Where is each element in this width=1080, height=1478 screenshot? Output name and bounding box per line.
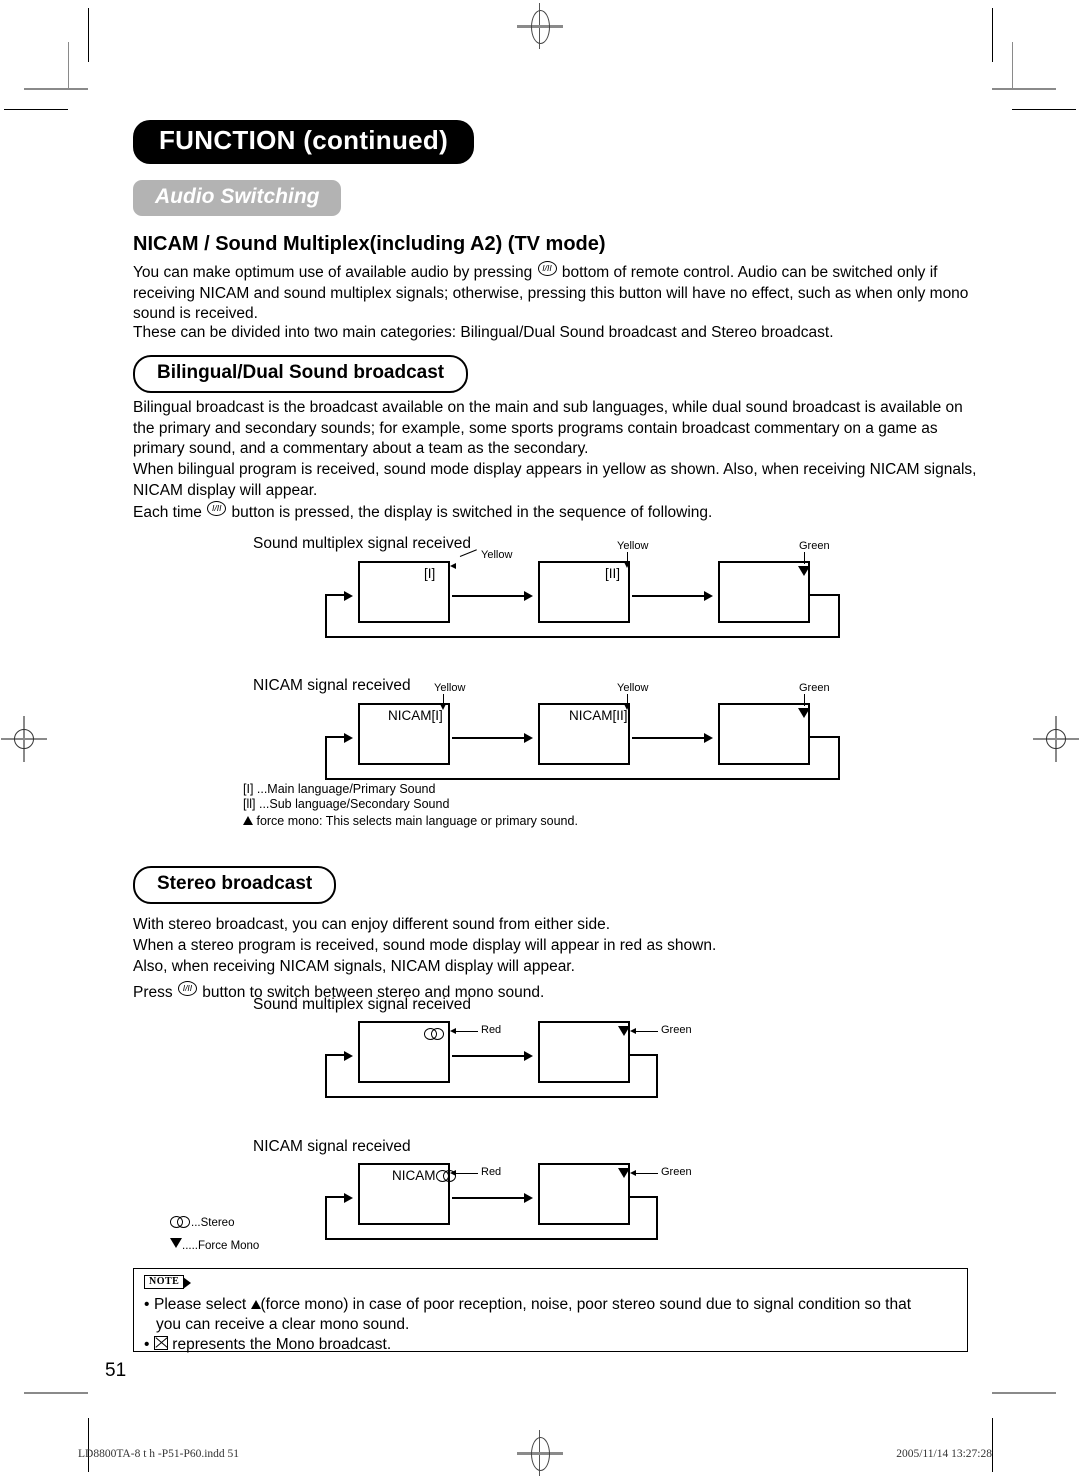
force-mono-up-triangle-icon [250,1300,261,1309]
note-tag-label: NOTE [144,1275,192,1289]
stereo-double-circle-icon [170,1216,191,1228]
force-mono-triangle-icon [618,1026,630,1036]
note-line3-text: represents the Mono broadcast. [168,1336,392,1353]
box-mode-label: NICAM[II] [569,708,628,723]
note-line1-text-a: Please select [154,1296,251,1313]
box-mode-label: NICAM[I] [388,708,443,723]
bilingual-legend-line-3: force mono: This selects main language o… [243,814,578,830]
bilingual-legend-line-2: [ll] ...Sub language/Secondary Sound [243,797,450,811]
note-body: • Please select (force mono) in case of p… [144,1295,959,1355]
box-mode-label: NICAM [392,1168,436,1183]
bullet-icon: • [144,1336,150,1353]
bilingual-paragraph-3: Each time I/II button is pressed, the di… [133,501,978,524]
stereo-legend-line-1-text: ...Stereo [191,1217,235,1229]
feedback-loop [838,594,840,638]
feedback-loop [656,1196,658,1240]
force-mono-triangle-icon [798,708,810,718]
footer-timestamp: 2005/11/14 13:27:28 [896,1448,992,1460]
bilingual-para3-text-a: Each time [133,504,207,521]
callout-color-label: Red [481,1024,502,1036]
tv-screen-box [358,561,450,623]
force-mono-triangle-icon [618,1168,630,1178]
bullet-icon: • [144,1296,150,1313]
callout-color-label: Yellow [434,682,466,694]
stereo-legend-line-2-text: .....Force Mono [182,1240,260,1252]
callout-color-label: Red [481,1166,502,1178]
feedback-loop [325,1054,327,1098]
feedback-loop [325,1196,327,1240]
section-subtitle: Audio Switching [133,180,342,216]
bilingual-legend-line-1: [I] ...Main language/Primary Sound [243,782,436,796]
stereo-paragraph-1: With stereo broadcast, you can enjoy dif… [133,916,611,933]
stereo-legend-line-1: ...Stereo [170,1215,234,1232]
stereo-para4-text-a: Press [133,984,177,1001]
bilingual-para3-text-b: button is pressed, the display is switch… [227,504,713,521]
bilingual-section-pill: Bilingual/Dual Sound broadcast [133,355,469,393]
force-mono-up-triangle-icon [243,816,253,825]
note-line1-text-b: (force mono) in case of poor reception, … [260,1296,912,1313]
callout-color-label: Yellow [481,549,513,561]
mono-broadcast-icon [154,1336,168,1350]
tv-screen-box [718,561,810,623]
audio-button-icon: I/II [537,261,557,276]
feedback-loop [810,736,840,738]
tv-screen-box [538,1021,630,1083]
callout-color-label: Green [661,1166,692,1178]
bilingual-paragraph-1: Bilingual broadcast is the broadcast ava… [133,399,963,457]
nicam-paragraph-1: You can make optimum use of available au… [133,261,978,325]
audio-button-icon: I/II [207,501,227,516]
feedback-loop [325,636,840,638]
bilingual-legend-line-3-text: force mono: This selects main language o… [253,814,578,828]
nicam-paragraph-2: These can be divided into two main categ… [133,324,834,341]
feedback-loop [838,736,840,780]
feedback-loop [325,778,840,780]
feedback-loop [810,594,840,596]
tv-screen-box [718,703,810,765]
diagram-caption: NICAM signal received [253,677,411,694]
page-title: FUNCTION (continued) [133,120,475,164]
callout-color-label: Yellow [617,682,649,694]
stereo-paragraph-3: Also, when receiving NICAM signals, NICA… [133,958,575,975]
feedback-loop [325,1096,658,1098]
stereo-paragraph-2: When a stereo program is received, sound… [133,937,717,954]
note-bullet-1: • Please select (force mono) in case of p… [144,1295,959,1315]
document-page: FUNCTION (continued) Audio Switching NIC… [0,0,1080,1478]
note-line-2: you can receive a clear mono sound. [156,1316,410,1333]
nicam-heading: NICAM / Sound Multiplex(including A2) (T… [133,233,606,255]
note-bullet-2: • represents the Mono broadcast. [144,1335,959,1355]
stereo-legend-line-2: .....Force Mono [170,1238,259,1255]
force-mono-triangle-icon [170,1238,182,1248]
nicam-para1-text-a: You can make optimum use of available au… [133,264,537,281]
diagram-caption: Sound multiplex signal received [253,535,471,552]
callout-color-label: Green [799,682,830,694]
callout-color-label: Green [799,540,830,552]
callout-color-label: Yellow [617,540,649,552]
diagram-caption: NICAM signal received [253,1138,411,1155]
tv-screen-box [538,1163,630,1225]
force-mono-triangle-icon [798,566,810,576]
feedback-loop [325,736,327,780]
callout-color-label: Green [661,1024,692,1036]
stereo-glyph-label [424,1026,445,1041]
bilingual-paragraph-2: When bilingual program is received, soun… [133,461,977,499]
box-mode-label: [I] [424,566,436,581]
footer-file-name: LD8800TA-8 t h -P51-P60.indd 51 [78,1448,240,1460]
feedback-loop [630,1196,658,1198]
feedback-loop [656,1054,658,1098]
stereo-double-circle-icon [424,1028,445,1040]
box-mode-label: [II] [605,566,621,581]
page-number: 51 [105,1360,127,1381]
stereo-section-pill: Stereo broadcast [133,866,337,904]
feedback-loop [325,1238,658,1240]
stereo-nicam-label: NICAM [392,1168,457,1183]
note-box: NOTE • Please select (force mono) in case… [133,1268,968,1355]
feedback-loop [325,594,327,638]
diagram-caption: Sound multiplex signal received [253,996,471,1013]
feedback-loop [630,1054,658,1056]
audio-button-icon: I/II [177,981,197,996]
